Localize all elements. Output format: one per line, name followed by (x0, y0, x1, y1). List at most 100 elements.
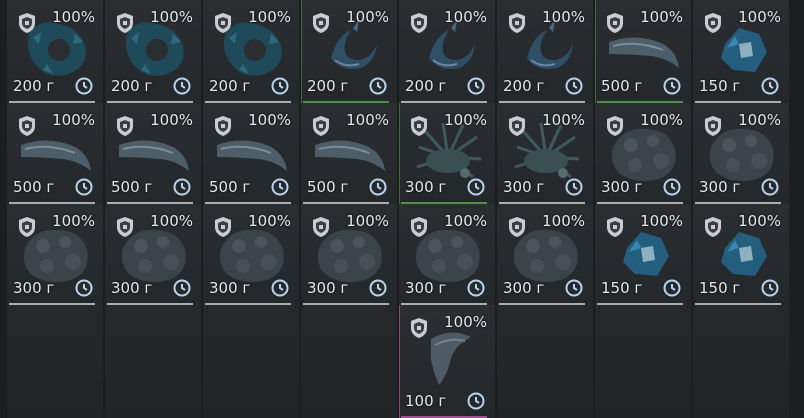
durability-percent: 100% (542, 212, 585, 230)
shield-icon (311, 115, 331, 137)
inventory-slot[interactable]: 100% 200 г (398, 0, 495, 103)
shield-icon (17, 115, 37, 137)
inventory-slot-empty[interactable] (300, 305, 397, 418)
inventory-slot-empty[interactable] (104, 305, 201, 418)
inventory-slot[interactable]: 100% 200 г (300, 0, 397, 103)
inventory-slot[interactable]: 100% 150 г (594, 204, 691, 305)
clock-icon (565, 178, 583, 196)
clock-icon (173, 279, 191, 297)
durability-percent: 100% (738, 212, 781, 230)
shield-icon (213, 12, 233, 34)
inventory-slot[interactable]: 100% 500 г (300, 103, 397, 204)
inventory-slot-empty[interactable] (594, 305, 691, 418)
durability-percent: 100% (248, 212, 291, 230)
inventory-slot-empty[interactable] (496, 305, 593, 418)
clock-icon (271, 77, 289, 95)
inventory-slot[interactable]: 100% 300 г (496, 103, 593, 204)
inventory-slot[interactable]: 100% 150 г (692, 204, 789, 305)
item-weight: 150 г (699, 77, 741, 95)
shield-icon (507, 115, 527, 137)
durability-percent: 100% (346, 8, 389, 26)
inventory-slot[interactable]: 100% 300 г (398, 204, 495, 305)
clock-icon (565, 279, 583, 297)
durability-percent: 100% (248, 111, 291, 129)
clock-icon (663, 77, 681, 95)
inventory-slot[interactable]: 100% 100 г (398, 305, 495, 418)
inventory-slot[interactable]: 100% 500 г (6, 103, 103, 204)
durability-percent: 100% (444, 212, 487, 230)
clock-icon (467, 178, 485, 196)
clock-icon (369, 77, 387, 95)
clock-icon (761, 279, 779, 297)
inventory-slot[interactable]: 100% 500 г (104, 103, 201, 204)
inventory-slot[interactable]: 100% 300 г (594, 103, 691, 204)
shield-icon (605, 115, 625, 137)
durability-percent: 100% (640, 212, 683, 230)
rarity-border (301, 0, 302, 103)
item-weight: 500 г (111, 178, 153, 196)
clock-icon (467, 392, 485, 410)
durability-percent: 100% (444, 111, 487, 129)
shield-icon (409, 317, 429, 339)
shield-icon (213, 216, 233, 238)
durability-percent: 100% (52, 8, 95, 26)
item-weight: 300 г (503, 279, 545, 297)
shield-icon (703, 12, 723, 34)
shield-icon (213, 115, 233, 137)
shield-icon (311, 216, 331, 238)
durability-percent: 100% (150, 111, 193, 129)
inventory-slot[interactable]: 100% 500 г (202, 103, 299, 204)
item-weight: 500 г (209, 178, 251, 196)
item-weight: 150 г (699, 279, 741, 297)
durability-percent: 100% (150, 212, 193, 230)
inventory-slot[interactable]: 100% 300 г (202, 204, 299, 305)
item-weight: 500 г (13, 178, 55, 196)
inventory-slot[interactable]: 100% 150 г (692, 0, 789, 103)
inventory-slot[interactable]: 100% 200 г (202, 0, 299, 103)
clock-icon (663, 279, 681, 297)
durability-percent: 100% (150, 8, 193, 26)
shield-icon (507, 216, 527, 238)
rarity-border (399, 103, 400, 204)
durability-percent: 100% (346, 212, 389, 230)
inventory-slot-empty[interactable] (202, 305, 299, 418)
clock-icon (369, 178, 387, 196)
item-weight: 300 г (111, 279, 153, 297)
item-weight: 300 г (503, 178, 545, 196)
durability-percent: 100% (640, 8, 683, 26)
clock-icon (761, 77, 779, 95)
item-weight: 200 г (503, 77, 545, 95)
clock-icon (761, 178, 779, 196)
clock-icon (271, 178, 289, 196)
inventory-slot[interactable]: 100% 300 г (300, 204, 397, 305)
clock-icon (75, 178, 93, 196)
inventory-slot[interactable]: 100% 300 г (6, 204, 103, 305)
inventory-slot[interactable]: 100% 300 г (496, 204, 593, 305)
shield-icon (409, 115, 429, 137)
clock-icon (75, 77, 93, 95)
durability-percent: 100% (444, 8, 487, 26)
shield-icon (311, 12, 331, 34)
inventory-slot-empty[interactable] (692, 305, 789, 418)
clock-icon (173, 77, 191, 95)
inventory-slot[interactable]: 100% 300 г (398, 103, 495, 204)
inventory-slot-empty[interactable] (6, 305, 103, 418)
inventory-grid: 100% 200 г 100% 200 г 100% 200 г 100% 200 г 100%… (6, 0, 789, 418)
item-weight: 300 г (601, 178, 643, 196)
clock-icon (75, 279, 93, 297)
inventory-slot[interactable]: 100% 200 г (6, 0, 103, 103)
item-weight: 100 г (405, 392, 447, 410)
shield-icon (17, 12, 37, 34)
shield-icon (409, 12, 429, 34)
inventory-slot[interactable]: 100% 200 г (104, 0, 201, 103)
inventory-slot[interactable]: 100% 500 г (594, 0, 691, 103)
durability-percent: 100% (52, 111, 95, 129)
durability-percent: 100% (346, 111, 389, 129)
inventory-slot[interactable]: 100% 200 г (496, 0, 593, 103)
durability-percent: 100% (52, 212, 95, 230)
rarity-border (399, 305, 400, 418)
inventory-slot[interactable]: 100% 300 г (692, 103, 789, 204)
shield-icon (115, 12, 135, 34)
inventory-slot[interactable]: 100% 300 г (104, 204, 201, 305)
item-weight: 300 г (209, 279, 251, 297)
